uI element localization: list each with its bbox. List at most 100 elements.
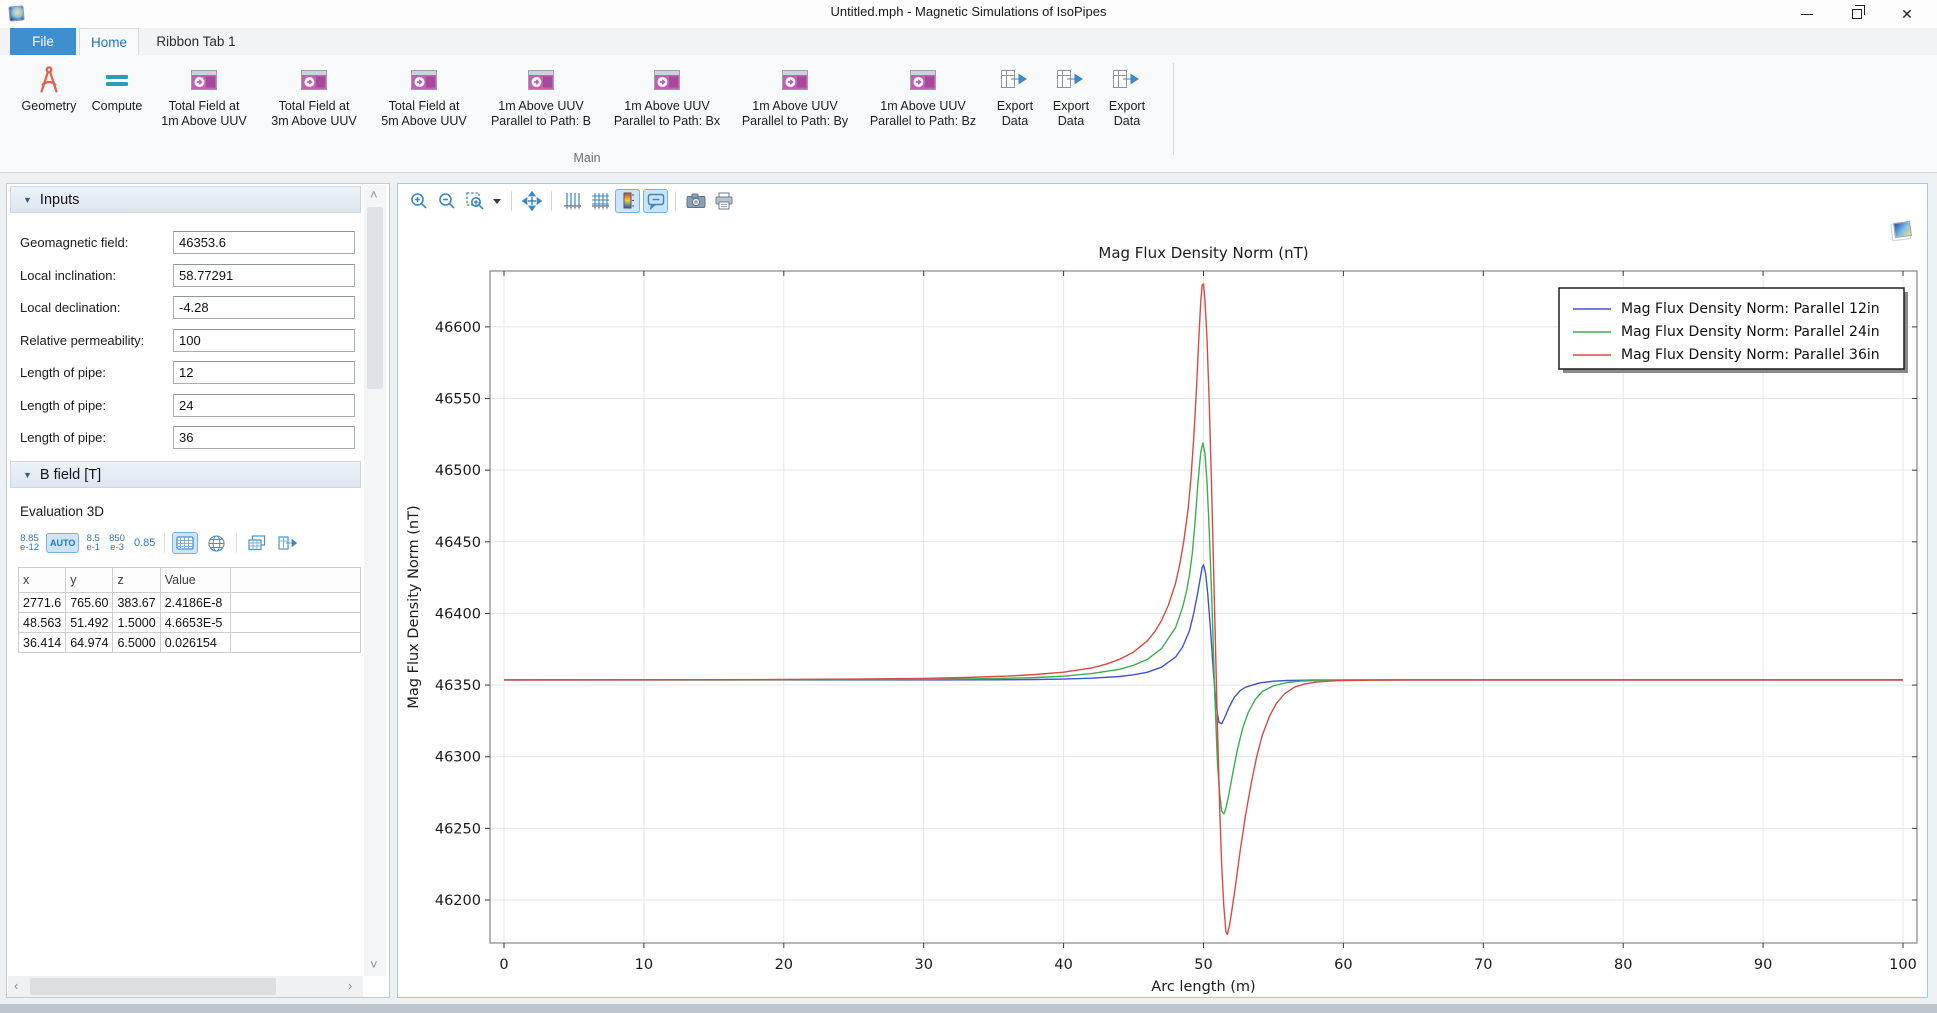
precision-0-85-button[interactable]: 0.85 (132, 535, 157, 551)
tab-file[interactable]: File (10, 28, 76, 55)
ribbon-button-1m-above-uuv-parallel-to-path-bz[interactable]: 1m Above UUVParallel to Path: Bz (860, 58, 986, 129)
scroll-up-icon[interactable]: ˄ (370, 187, 378, 203)
input-field-local-inclination-1[interactable] (173, 264, 355, 287)
input-field-length-of-pipe-4[interactable] (173, 361, 355, 384)
table-cell[interactable]: 2771.6 (19, 593, 66, 613)
input-label-length-of-pipe-4: Length of pipe: (20, 361, 106, 384)
table-cell[interactable] (230, 613, 360, 633)
horizontal-scroll-thumb[interactable] (30, 978, 276, 995)
print-button[interactable] (711, 189, 736, 213)
export-icon (1055, 61, 1087, 99)
table-cell[interactable] (230, 633, 360, 653)
minimize-button[interactable] (1782, 0, 1832, 28)
restore-button[interactable] (1832, 0, 1882, 28)
table-cell[interactable]: 765.60 (66, 593, 113, 613)
precision-850e-3-button[interactable]: 850e-3 (107, 532, 127, 554)
ribbon-button-total-field-at-3m-above-uuv[interactable]: Total Field at3m Above UUV (260, 58, 368, 129)
ribbon-button-compute[interactable]: Compute (86, 58, 148, 114)
globe-icon[interactable] (203, 532, 229, 554)
ribbon-button-total-field-at-5m-above-uuv[interactable]: Total Field at5m Above UUV (370, 58, 478, 129)
table-cell[interactable]: 1.5000 (113, 613, 160, 633)
line-chart[interactable]: 0102030405060708090100462004625046300463… (398, 216, 1927, 997)
table-header-cell[interactable]: z (113, 568, 160, 593)
table-cell[interactable]: 383.67 (113, 593, 160, 613)
image-snapshot-button[interactable] (683, 189, 708, 213)
table-cell[interactable]: 0.026154 (160, 633, 230, 653)
axis-settings-button[interactable] (559, 189, 584, 213)
table-icon[interactable] (172, 532, 198, 554)
inputs-section-header[interactable]: ▼ Inputs (10, 186, 361, 213)
export-icon (999, 61, 1031, 99)
ribbon-button-geometry[interactable]: Geometry (14, 58, 84, 114)
zoom-extents-button[interactable] (519, 189, 544, 213)
table-header-cell[interactable]: Value (160, 568, 230, 593)
x-axis-label: Arc length (m) (1151, 979, 1255, 995)
table-row[interactable]: 2771.6765.60383.672.4186E-8 (19, 593, 361, 613)
input-field-length-of-pipe-6[interactable] (173, 426, 355, 449)
input-field-local-declination-2[interactable] (173, 296, 355, 319)
table-row[interactable]: 48.56351.4921.50004.6653E-5 (19, 613, 361, 633)
table-cell[interactable]: 6.5000 (113, 633, 160, 653)
tab-ribbon-tab-1[interactable]: Ribbon Tab 1 (142, 28, 250, 55)
plot-tooltip-button[interactable] (643, 189, 668, 213)
input-label-length-of-pipe-5: Length of pipe: (20, 394, 106, 417)
ribbon-button-label: ExportData (1053, 99, 1089, 129)
grid-toggle-button[interactable] (587, 189, 612, 213)
vertical-scroll-thumb[interactable] (367, 207, 383, 389)
table-cell[interactable]: 2.4186E-8 (160, 593, 230, 613)
scroll-down-icon[interactable]: ˅ (370, 957, 378, 973)
ribbon-button-export-data-3[interactable]: ExportData (1100, 58, 1154, 129)
bfield-section-title: B field [T] (40, 467, 101, 483)
copy-table-icon[interactable] (244, 532, 270, 554)
graphics-panel: 0102030405060708090100462004625046300463… (397, 183, 1928, 998)
vertical-scrollbar[interactable]: ˄ ˅ (364, 185, 386, 976)
inputs-section-title: Inputs (40, 192, 80, 208)
close-button[interactable]: ✕ (1882, 0, 1932, 28)
ribbon-button-total-field-at-1m-above-uuv[interactable]: Total Field at1m Above UUV (150, 58, 258, 129)
ribbon-button-1m-above-uuv-parallel-to-path-bx[interactable]: 1m Above UUVParallel to Path: Bx (604, 58, 730, 129)
show-legends-button[interactable] (615, 189, 640, 213)
zoom-box-button[interactable] (462, 189, 487, 213)
input-field-geomagnetic-field-0[interactable] (173, 231, 355, 254)
zoom-out-icon (437, 191, 457, 211)
ribbon-button-export-data-2[interactable]: ExportData (1044, 58, 1098, 129)
zoom-in-button[interactable] (406, 189, 431, 213)
table-header-cell[interactable] (230, 568, 360, 593)
precision-auto-button[interactable]: AUTO (46, 533, 79, 553)
input-field-length-of-pipe-5[interactable] (173, 394, 355, 417)
table-export-icon[interactable] (275, 532, 301, 554)
bfield-section-header[interactable]: ▼ B field [T] (10, 461, 361, 488)
precision-8-85e-12-button[interactable]: 8.85e-12 (18, 532, 41, 554)
x-tick-label: 60 (1334, 957, 1352, 973)
zoom-box-menu-button[interactable] (490, 189, 504, 213)
ribbon-button-1m-above-uuv-parallel-to-path-by[interactable]: 1m Above UUVParallel to Path: By (732, 58, 858, 129)
table-header-cell[interactable]: y (66, 568, 113, 593)
table-cell[interactable]: 51.492 (66, 613, 113, 633)
scroll-left-icon[interactable]: ‹ (14, 978, 18, 994)
table-header-cell[interactable]: x (19, 568, 66, 593)
x-tick-label: 50 (1194, 957, 1212, 973)
horizontal-scrollbar[interactable]: ‹ › (8, 976, 363, 997)
table-row[interactable]: 36.41464.9746.50000.026154 (19, 633, 361, 653)
ribbon-button-label: 1m Above UUVParallel to Path: B (491, 99, 591, 129)
input-field-relative-permeability-3[interactable] (173, 329, 355, 352)
x-tick-label: 90 (1754, 957, 1772, 973)
table-cell[interactable]: 4.6653E-5 (160, 613, 230, 633)
ribbon-button-1m-above-uuv-parallel-to-path-b[interactable]: 1m Above UUVParallel to Path: B (480, 58, 602, 129)
compass-icon (34, 61, 64, 99)
scroll-right-icon[interactable]: › (348, 978, 352, 994)
table-cell[interactable]: 48.563 (19, 613, 66, 633)
plot-icon (652, 61, 682, 99)
table-cell[interactable]: 64.974 (66, 633, 113, 653)
y-tick-label: 46250 (435, 821, 481, 837)
y-tick-label: 46350 (435, 678, 481, 694)
table-cell[interactable] (230, 593, 360, 613)
tab-home[interactable]: Home (79, 28, 139, 55)
table-cell[interactable]: 36.414 (19, 633, 66, 653)
input-label-relative-permeability-3: Relative permeability: (20, 329, 144, 352)
plot-group-icon[interactable] (1893, 221, 1912, 238)
zoom-out-button[interactable] (434, 189, 459, 213)
precision-8-5e-1-button[interactable]: 8.5e-1 (84, 532, 102, 554)
ribbon-button-export-data-1[interactable]: ExportData (988, 58, 1042, 129)
x-tick-label: 30 (914, 957, 932, 973)
